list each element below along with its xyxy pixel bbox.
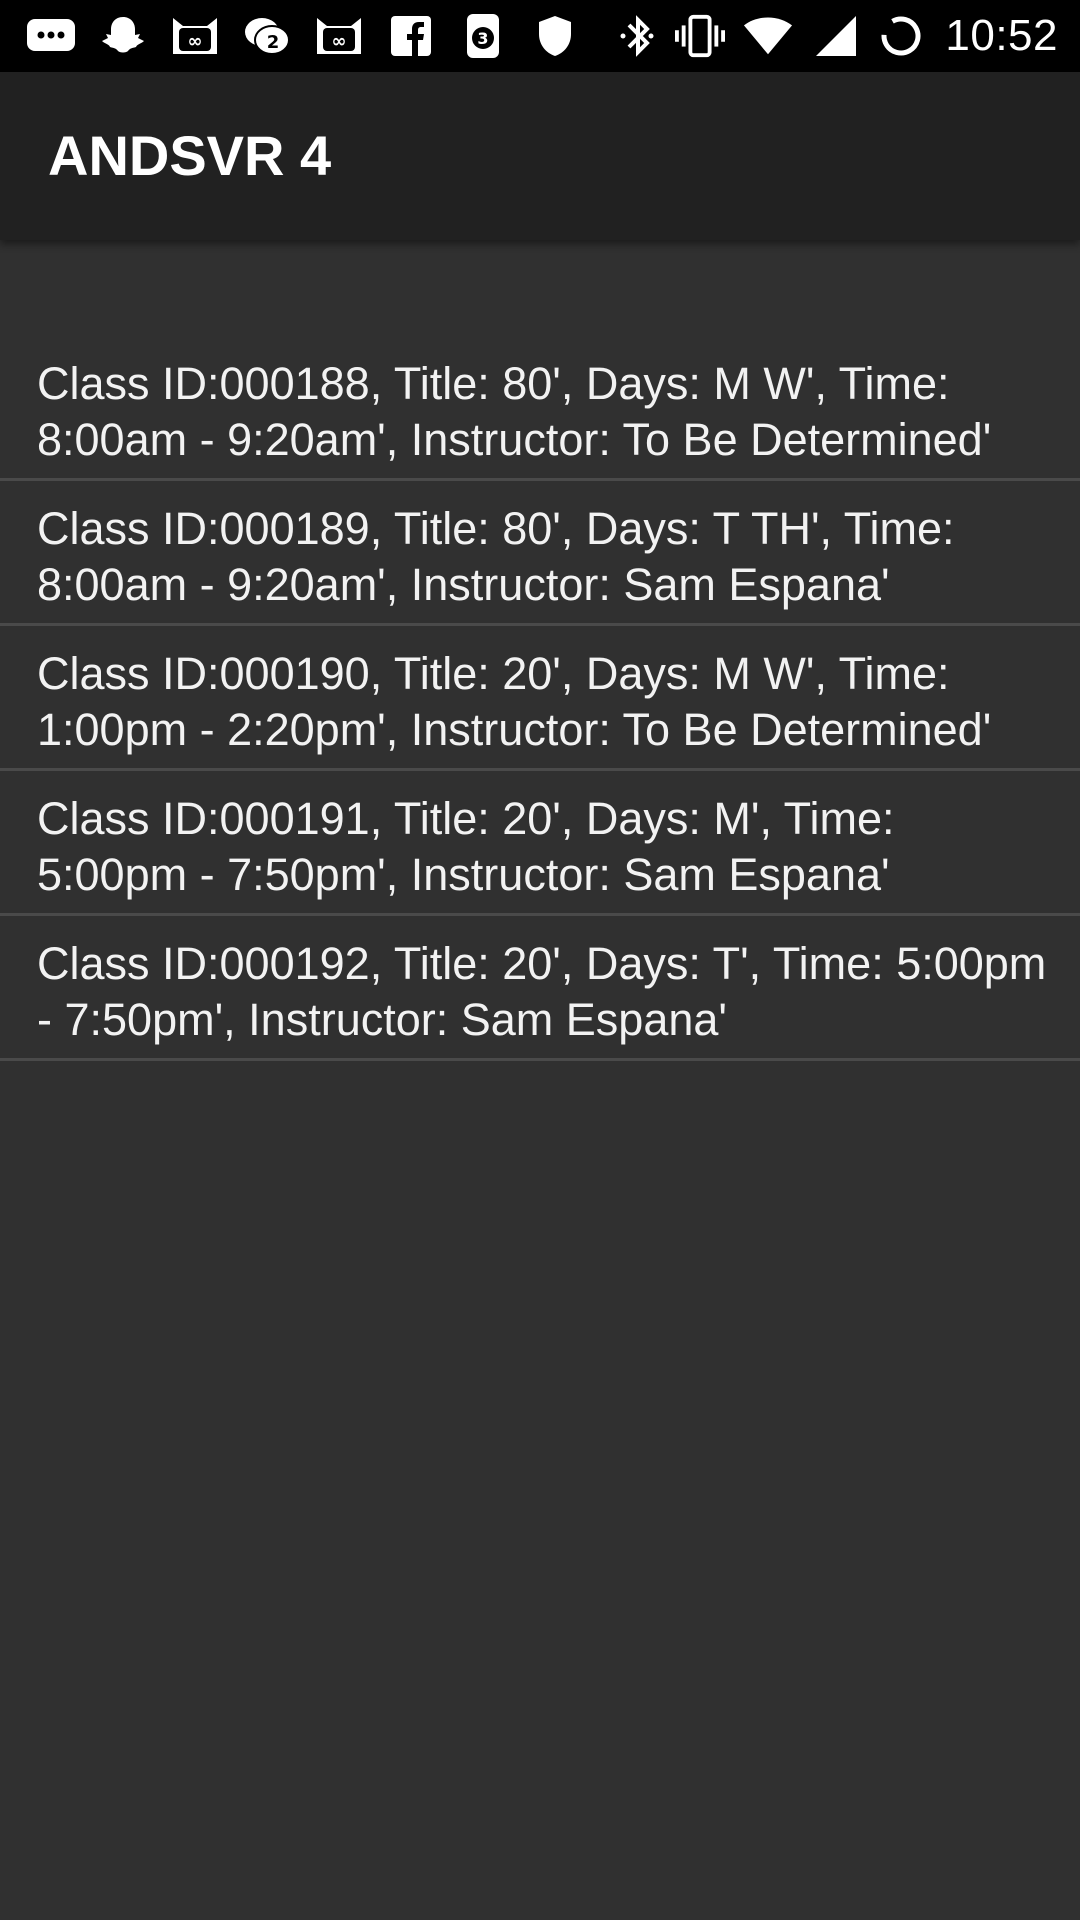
cat-app-icon: ∞: [170, 13, 220, 59]
app-bar: ANDSVR 4: [0, 72, 1080, 240]
chat-bubbles-badge: 2: [267, 32, 280, 53]
app-title: ANDSVR 4: [48, 124, 332, 187]
phone-notification-icon: 3: [458, 13, 508, 59]
phone-notification-badge: 3: [477, 29, 488, 48]
class-item-text: Class ID:000190, Title: 20', Days: M W',…: [37, 648, 992, 755]
status-bar: ∞ 2 ∞ 3 10:52: [0, 0, 1080, 72]
wifi-icon: [743, 13, 793, 59]
notification-icons: ∞ 2 ∞ 3: [26, 0, 580, 72]
facebook-icon: [386, 13, 436, 59]
class-item-text: Class ID:000188, Title: 80', Days: M W',…: [37, 358, 992, 465]
cat-app-badge: ∞: [188, 31, 203, 52]
list-item[interactable]: Class ID:000191, Title: 20', Days: M', T…: [0, 771, 1080, 916]
loading-spinner-icon: [879, 13, 923, 59]
vibrate-icon: [675, 13, 726, 59]
list-item[interactable]: Class ID:000189, Title: 80', Days: T TH'…: [0, 481, 1080, 626]
class-item-text: Class ID:000191, Title: 20', Days: M', T…: [37, 793, 895, 900]
chat-bubbles-icon: 2: [242, 13, 292, 59]
class-item-text: Class ID:000189, Title: 80', Days: T TH'…: [37, 503, 955, 610]
list-item[interactable]: Class ID:000192, Title: 20', Days: T', T…: [0, 916, 1080, 1061]
system-icons: 10:52: [617, 0, 1058, 72]
class-list: Class ID:000188, Title: 80', Days: M W',…: [0, 336, 1080, 1061]
bluetooth-icon: [617, 13, 657, 59]
cat-app-icon: ∞: [314, 13, 364, 59]
list-item[interactable]: Class ID:000188, Title: 80', Days: M W',…: [0, 336, 1080, 481]
cell-signal-icon: [811, 13, 861, 59]
class-item-text: Class ID:000192, Title: 20', Days: T', T…: [37, 938, 1047, 1045]
cat-app-badge: ∞: [332, 31, 347, 52]
list-item[interactable]: Class ID:000190, Title: 20', Days: M W',…: [0, 626, 1080, 771]
snapchat-icon: [98, 13, 148, 59]
clock: 10:52: [945, 11, 1058, 60]
shield-icon: [530, 13, 580, 59]
messages-icon: [26, 13, 76, 59]
